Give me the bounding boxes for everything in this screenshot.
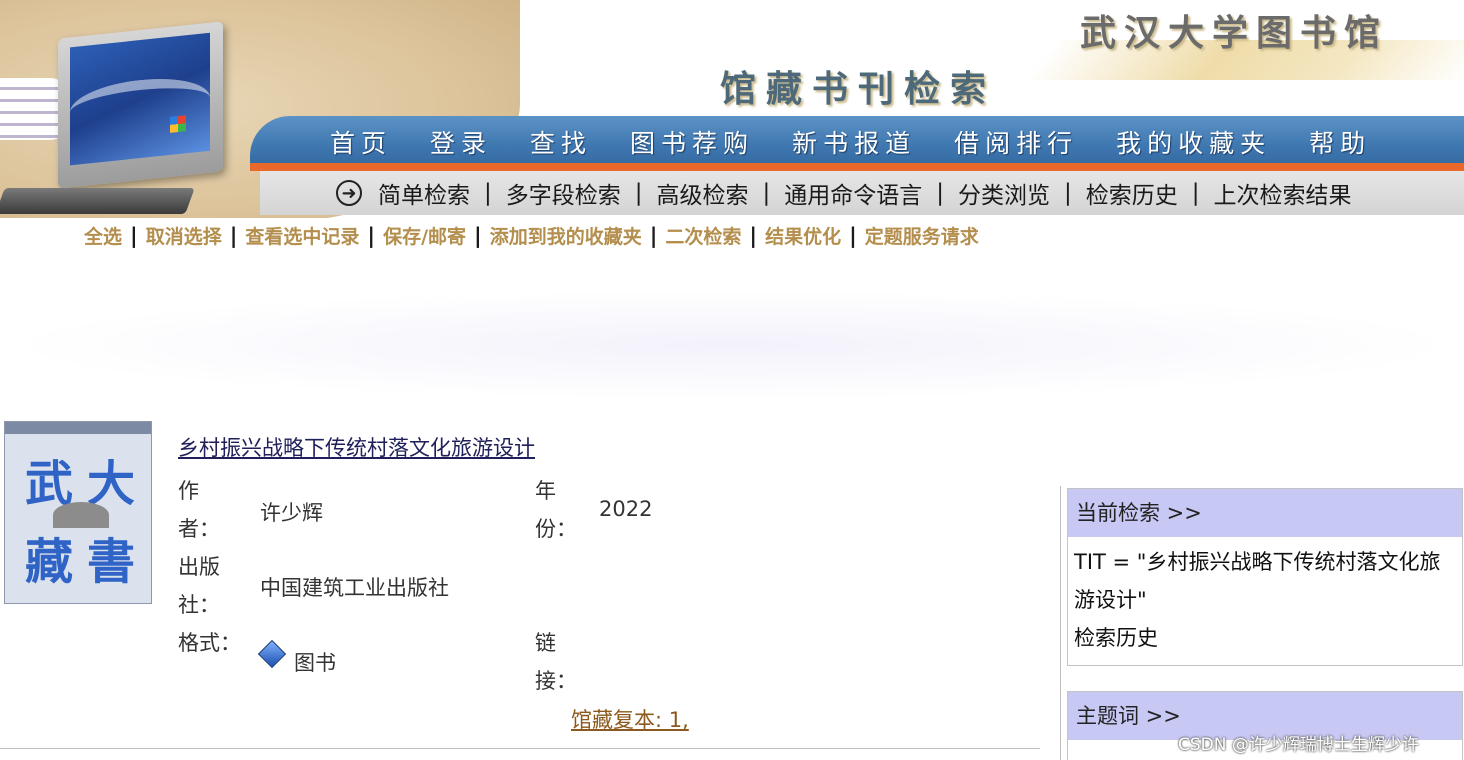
select-all-link[interactable]: 全选: [84, 222, 122, 249]
book-cover-thumbnail[interactable]: 武 大 藏 書: [4, 421, 152, 604]
book-icon: [257, 639, 287, 669]
current-search-panel: 当前检索 >> TIT = "乡村振兴战略下传统村落文化旅游设计" 检索历史: [1067, 488, 1463, 666]
year-label: 年份：: [535, 479, 577, 541]
record-divider: [0, 748, 1040, 749]
nav-loan-ranking[interactable]: 借阅排行: [954, 124, 1078, 160]
publisher-label: 出版社：: [178, 555, 220, 617]
refine-search-link[interactable]: 二次检索: [665, 222, 741, 249]
header-banner: 武汉大学图书馆 馆藏书刊检索 首页 登录 查找 图书荐购 新书报道 借阅排行 我…: [0, 0, 1464, 218]
nav-my-favorites[interactable]: 我的收藏夹: [1116, 124, 1271, 160]
cover-char: 藏: [25, 534, 80, 590]
tab-browse-classification[interactable]: 分类浏览: [958, 176, 1050, 210]
arrow-right-icon: ➜: [336, 180, 362, 206]
windows-logo-icon: [170, 115, 186, 133]
watermark: CSDN @许少辉瑞博士生辉少许: [1178, 735, 1419, 755]
author-value: 许少辉: [260, 501, 323, 525]
sdi-request-link[interactable]: 定题服务请求: [865, 222, 979, 249]
author-label: 作者：: [178, 479, 220, 541]
current-search-query: TIT = "乡村振兴战略下传统村落文化旅游设计": [1074, 550, 1441, 612]
save-mail-link[interactable]: 保存/邮寄: [383, 222, 466, 249]
add-to-favorites-link[interactable]: 添加到我的收藏夹: [490, 222, 642, 249]
current-search-body: TIT = "乡村振兴战略下传统村落文化旅游设计" 检索历史: [1068, 537, 1462, 665]
publisher-value: 中国建筑工业出版社: [260, 576, 449, 600]
nav-accent-stripe: [250, 163, 1464, 171]
search-history-link[interactable]: 检索历史: [1074, 619, 1456, 657]
computer-illustration: [58, 21, 223, 189]
result-actions: 全选 | 取消选择 | 查看选中记录 | 保存/邮寄 | 添加到我的收藏夹 | …: [84, 222, 979, 249]
nav-home[interactable]: 首页: [330, 124, 392, 160]
view-selected-link[interactable]: 查看选中记录: [245, 222, 359, 249]
nav-new-books[interactable]: 新书报道: [792, 124, 916, 160]
main-nav: 首页 登录 查找 图书荐购 新书报道 借阅排行 我的收藏夹 帮助: [330, 124, 1409, 160]
search-mode-nav: ➜ 简单检索 | 多字段检索 | 高级检索 | 通用命令语言 | 分类浏览 | …: [336, 176, 1352, 210]
nav-login[interactable]: 登录: [430, 124, 492, 160]
tab-simple-search[interactable]: 简单检索: [378, 176, 470, 210]
monitor-screen: [70, 32, 210, 166]
faded-region: [0, 290, 1464, 400]
tab-multi-field-search[interactable]: 多字段检索: [506, 176, 621, 210]
holdings-link[interactable]: 馆藏复本: 1,: [571, 704, 689, 734]
deselect-link[interactable]: 取消选择: [146, 222, 222, 249]
format-label: 格式：: [178, 631, 241, 655]
optimize-results-link[interactable]: 结果优化: [765, 222, 841, 249]
nav-help[interactable]: 帮助: [1309, 124, 1371, 160]
nav-search[interactable]: 查找: [530, 124, 592, 160]
sidebar-divider: [1060, 486, 1061, 760]
tab-command-language[interactable]: 通用命令语言: [784, 176, 922, 210]
year-value: 2022: [599, 497, 653, 521]
link-label: 链接：: [535, 631, 577, 693]
tab-search-history[interactable]: 检索历史: [1086, 176, 1178, 210]
tab-last-results[interactable]: 上次检索结果: [1214, 176, 1352, 210]
nav-book-recommend[interactable]: 图书荐购: [630, 124, 754, 160]
current-search-header[interactable]: 当前检索 >>: [1068, 489, 1462, 537]
section-title: 馆藏书刊检索: [720, 68, 997, 110]
record-title-link[interactable]: 乡村振兴战略下传统村落文化旅游设计: [178, 432, 535, 462]
tab-advanced-search[interactable]: 高级检索: [657, 176, 749, 210]
keyboard-illustration: [0, 188, 195, 214]
format-value: 图书: [294, 651, 336, 675]
site-title: 武汉大学图书馆: [1080, 12, 1389, 54]
cover-char: 書: [87, 534, 142, 590]
